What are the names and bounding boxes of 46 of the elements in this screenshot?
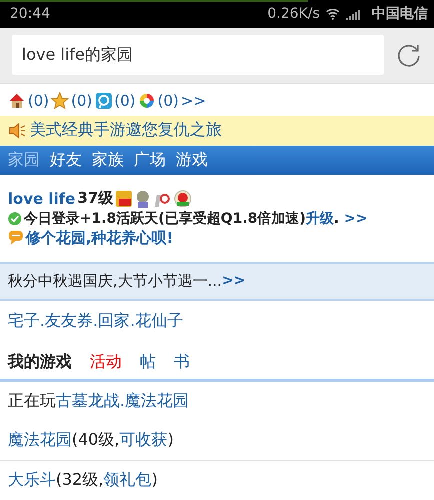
quick-link[interactable]: 花仙子 (135, 311, 184, 330)
quick-link[interactable]: 宅子. (8, 311, 46, 330)
carrier-name: 中国电信 (372, 5, 428, 24)
text-link[interactable]: 古墓龙战. (56, 391, 126, 410)
nav-tab[interactable]: 家族 (92, 150, 124, 171)
count-link[interactable]: (0) (28, 92, 50, 110)
nav-tab[interactable]: 好友 (50, 150, 82, 171)
clock: 20:44 (10, 6, 52, 22)
network-speed: 0.26K/s (268, 6, 320, 22)
game-row-text: 正在玩古墓龙战.魔法花园 (8, 391, 190, 410)
text-link[interactable]: 领礼包 (104, 470, 152, 489)
count-link[interactable]: (0) (71, 92, 92, 110)
address-field[interactable]: love life的家园 (12, 35, 384, 76)
house-icon (8, 92, 26, 110)
user-level: 37级 (78, 189, 114, 208)
refresh-icon[interactable] (396, 42, 422, 68)
quick-link[interactable]: 友友券. (45, 311, 98, 330)
text-link[interactable]: 大乐斗 (8, 470, 56, 489)
count-link[interactable]: (0) (114, 92, 136, 110)
text-link[interactable]: >> (344, 210, 368, 227)
star-icon (51, 92, 70, 110)
user-name[interactable]: love life (8, 190, 76, 208)
wifi-icon (326, 8, 340, 20)
text-link[interactable]: 升级 (306, 210, 334, 227)
game-row-text: 魔法花园(40级,可收获) (8, 430, 174, 449)
speaker-icon (8, 122, 26, 139)
section-tab[interactable]: 帖 (140, 352, 156, 373)
text-link[interactable]: 可收获 (120, 430, 168, 449)
section-tab[interactable]: 我的游戏 (8, 352, 72, 373)
quick-link[interactable]: 回家. (98, 311, 136, 330)
nav-tab[interactable]: 广场 (134, 150, 166, 171)
text-link[interactable]: 魔法花园 (125, 391, 190, 410)
check-icon (8, 212, 22, 226)
more-link[interactable]: >> (181, 92, 206, 110)
game-row-text: 大乐斗(32级,领礼包) (8, 470, 158, 489)
section-tab[interactable]: 书 (174, 352, 190, 373)
nav-tab[interactable]: 游戏 (176, 150, 208, 171)
section-tab[interactable]: 活动 (90, 352, 122, 373)
count-link[interactable]: (0) (158, 92, 179, 110)
ring-icon (138, 92, 156, 110)
more-link[interactable]: >> (222, 273, 246, 290)
text-link[interactable]: 魔法花园 (8, 430, 72, 449)
tip-link[interactable]: 修个花园,种花养心呗! (26, 228, 174, 248)
speech-bubble-icon (8, 230, 24, 246)
login-bonus-text: 今日登录+1.8活跃天(已享受超Q1.8倍加速)升级. >> (24, 210, 368, 228)
banner-text: 秋分中秋遇国庆,大节小节遇一... (8, 272, 222, 291)
